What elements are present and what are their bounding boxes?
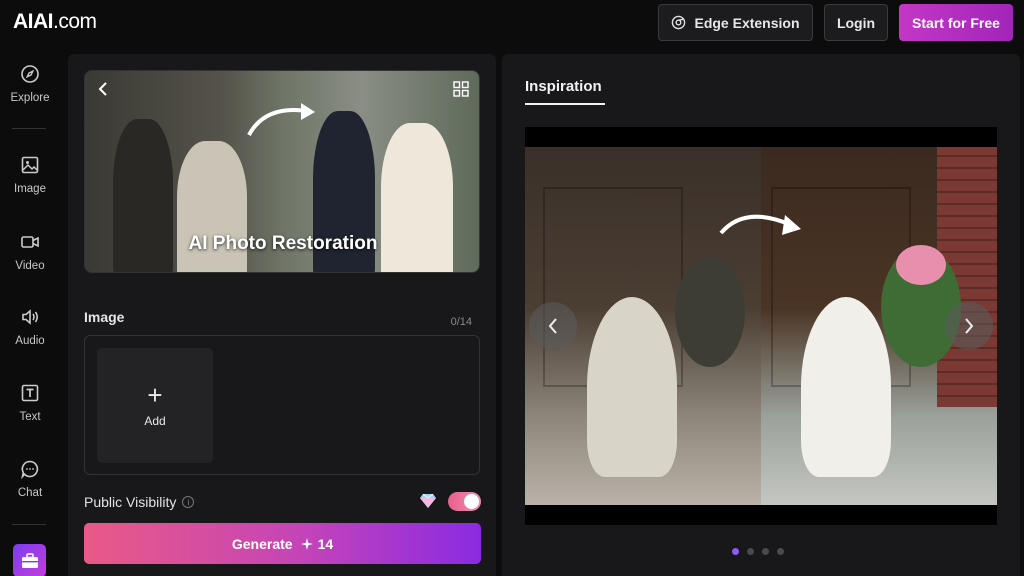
public-visibility-label: Public Visibility i — [84, 494, 195, 510]
image-icon — [21, 156, 39, 174]
generate-cost: 14 — [300, 535, 334, 552]
grid-view-button[interactable] — [453, 81, 469, 102]
hero-title: AI Photo Restoration — [188, 233, 378, 254]
sidebar-divider — [12, 524, 46, 525]
add-image-label: Add — [144, 413, 166, 428]
logo-domain: .com — [53, 10, 97, 33]
sidebar-item-text[interactable]: Text — [0, 383, 60, 423]
public-visibility-toggle[interactable] — [448, 492, 481, 511]
curved-arrow-icon — [247, 103, 315, 136]
carousel-dot[interactable] — [762, 548, 769, 555]
toolbox-button[interactable] — [13, 544, 46, 576]
sidebar-item-explore[interactable]: Explore — [0, 64, 60, 104]
gem-icon — [420, 493, 436, 508]
curved-arrow-icon — [719, 214, 801, 235]
public-visibility-text: Public Visibility — [84, 494, 177, 510]
generate-cost-value: 14 — [317, 535, 334, 552]
plant — [675, 257, 745, 367]
child-figure — [587, 297, 677, 477]
tool-panel: AI Photo Restoration Image 0/14 + Add Pu… — [68, 54, 496, 576]
briefcase-icon — [21, 552, 38, 568]
logo[interactable]: AIAI.com — [13, 10, 97, 34]
top-bar: AIAI.com Edge Extension Login Start for … — [0, 0, 1024, 46]
child-figure — [801, 297, 891, 477]
sidebar-item-label: Chat — [17, 487, 43, 499]
tab-underline — [525, 103, 605, 105]
sidebar-item-label: Explore — [10, 92, 50, 104]
text-icon — [21, 384, 39, 402]
sidebar-item-label: Audio — [15, 335, 45, 347]
tab-inspiration[interactable]: Inspiration — [525, 78, 602, 95]
sidebar-divider — [12, 128, 46, 129]
sidebar-item-label: Image — [14, 183, 46, 195]
sidebar-item-video[interactable]: Video — [0, 232, 60, 272]
chevron-left-icon — [548, 318, 557, 334]
sidebar-item-label: Text — [19, 411, 41, 423]
pink-flowers — [896, 245, 946, 285]
sidebar-item-audio[interactable]: Audio — [0, 307, 60, 347]
carousel-next-button[interactable] — [945, 302, 993, 350]
inspiration-panel: Inspiration — [502, 54, 1020, 576]
login-button[interactable]: Login — [824, 4, 888, 41]
start-for-free-button[interactable]: Start for Free — [899, 4, 1013, 41]
logo-text: AIAI — [13, 10, 54, 33]
chevron-left-icon — [98, 82, 107, 96]
sidebar-item-label: Video — [15, 260, 45, 272]
hero-banner: AI Photo Restoration — [84, 70, 480, 273]
chevron-right-icon — [965, 318, 974, 334]
sidebar-item-chat[interactable]: Chat — [0, 459, 60, 499]
carousel-dot[interactable] — [732, 548, 739, 555]
image-upload-area: + Add — [84, 335, 480, 475]
image-section-label: Image — [84, 309, 125, 325]
grid-icon — [453, 81, 469, 97]
carousel-pagination — [732, 548, 784, 555]
edge-extension-label: Edge Extension — [694, 14, 800, 31]
carousel-prev-button[interactable] — [529, 302, 577, 350]
info-icon[interactable]: i — [182, 496, 195, 508]
sidebar: Explore Image Video Audio Text Chat — [0, 46, 60, 576]
compass-icon — [21, 65, 39, 83]
add-image-button[interactable]: + Add — [97, 348, 213, 463]
sidebar-item-image[interactable]: Image — [0, 155, 60, 195]
video-icon — [21, 236, 39, 248]
plus-icon: + — [147, 379, 163, 410]
generate-label: Generate — [231, 535, 293, 552]
inspiration-carousel — [525, 127, 997, 525]
speaker-icon — [22, 309, 39, 325]
edge-extension-button[interactable]: Edge Extension — [658, 4, 813, 41]
chrome-icon — [672, 15, 686, 30]
carousel-dot[interactable] — [777, 548, 784, 555]
generate-button[interactable]: Generate 14 — [84, 523, 481, 564]
sparkle-icon — [300, 537, 313, 550]
back-button[interactable] — [97, 81, 109, 102]
chat-icon — [21, 460, 39, 479]
image-counter: 0/14 — [450, 316, 472, 328]
carousel-dot[interactable] — [747, 548, 754, 555]
